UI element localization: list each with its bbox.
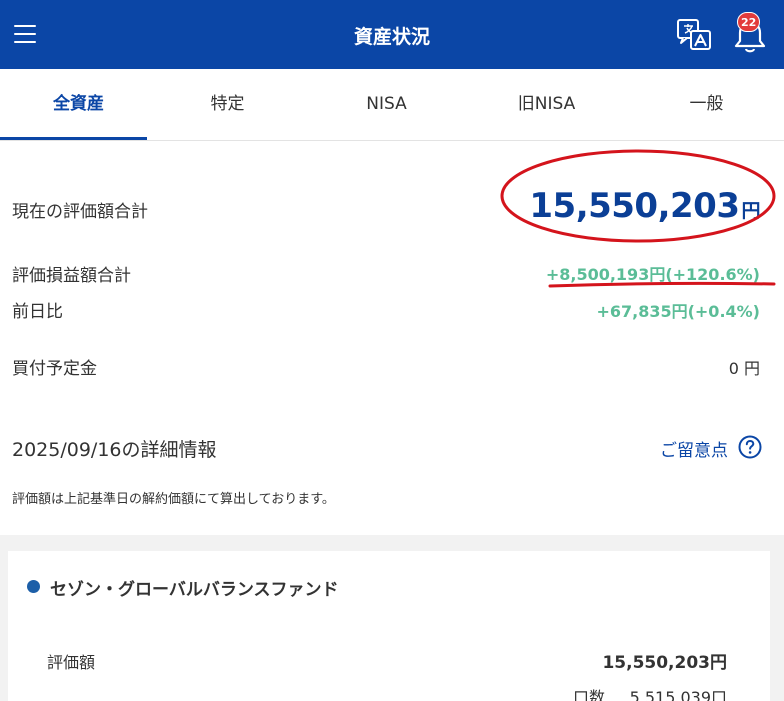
fund-units-label: 口数 bbox=[573, 688, 606, 701]
notice-link[interactable]: ご留意点 bbox=[660, 436, 728, 461]
tab-nisa[interactable]: NISA bbox=[308, 69, 465, 141]
app-header: 資産状況 22 bbox=[0, 0, 784, 69]
planned-purchase-value: 0 円 bbox=[728, 359, 760, 378]
active-tab-indicator bbox=[0, 137, 147, 140]
valuation-note: 評価額は上記基準日の解約価額にて算出しております。 bbox=[12, 492, 335, 507]
total-value-amount: 15,550,203 bbox=[529, 186, 740, 226]
total-value-label: 現在の評価額合計 bbox=[12, 202, 148, 222]
fund-color-dot bbox=[27, 580, 40, 593]
total-value-unit: 円 bbox=[741, 200, 760, 222]
translate-icon[interactable] bbox=[676, 17, 712, 53]
fund-name[interactable]: セゾン・グローバルバランスファンド bbox=[50, 575, 339, 600]
tab-all-assets[interactable]: 全資産 bbox=[0, 69, 157, 141]
unrealized-pl-value: +8,500,193円(+120.6%) bbox=[545, 265, 760, 284]
notification-badge: 22 bbox=[737, 12, 761, 32]
day-change-label: 前日比 bbox=[12, 302, 63, 322]
detail-heading: 2025/09/16の詳細情報 bbox=[12, 439, 217, 461]
fund-value: 15,550,203円 bbox=[602, 653, 727, 673]
fund-card[interactable] bbox=[8, 551, 770, 701]
total-value: 15,550,203 円 bbox=[529, 186, 760, 226]
fund-units-value: 5,515,039口 bbox=[629, 688, 727, 701]
account-type-tabs: 全資産 特定 NISA 旧NISA 一般 bbox=[0, 69, 784, 141]
fund-value-label: 評価額 bbox=[47, 653, 96, 672]
unrealized-pl-label: 評価損益額合計 bbox=[12, 266, 131, 286]
planned-purchase-label: 買付予定金 bbox=[12, 359, 97, 379]
tab-tokutei[interactable]: 特定 bbox=[149, 69, 306, 141]
day-change-value: +67,835円(+0.4%) bbox=[596, 302, 760, 321]
tab-ippan[interactable]: 一般 bbox=[628, 69, 784, 141]
page-title: 資産状況 bbox=[353, 26, 430, 48]
question-circle-icon[interactable] bbox=[738, 435, 762, 459]
tab-old-nisa[interactable]: 旧NISA bbox=[468, 69, 625, 141]
